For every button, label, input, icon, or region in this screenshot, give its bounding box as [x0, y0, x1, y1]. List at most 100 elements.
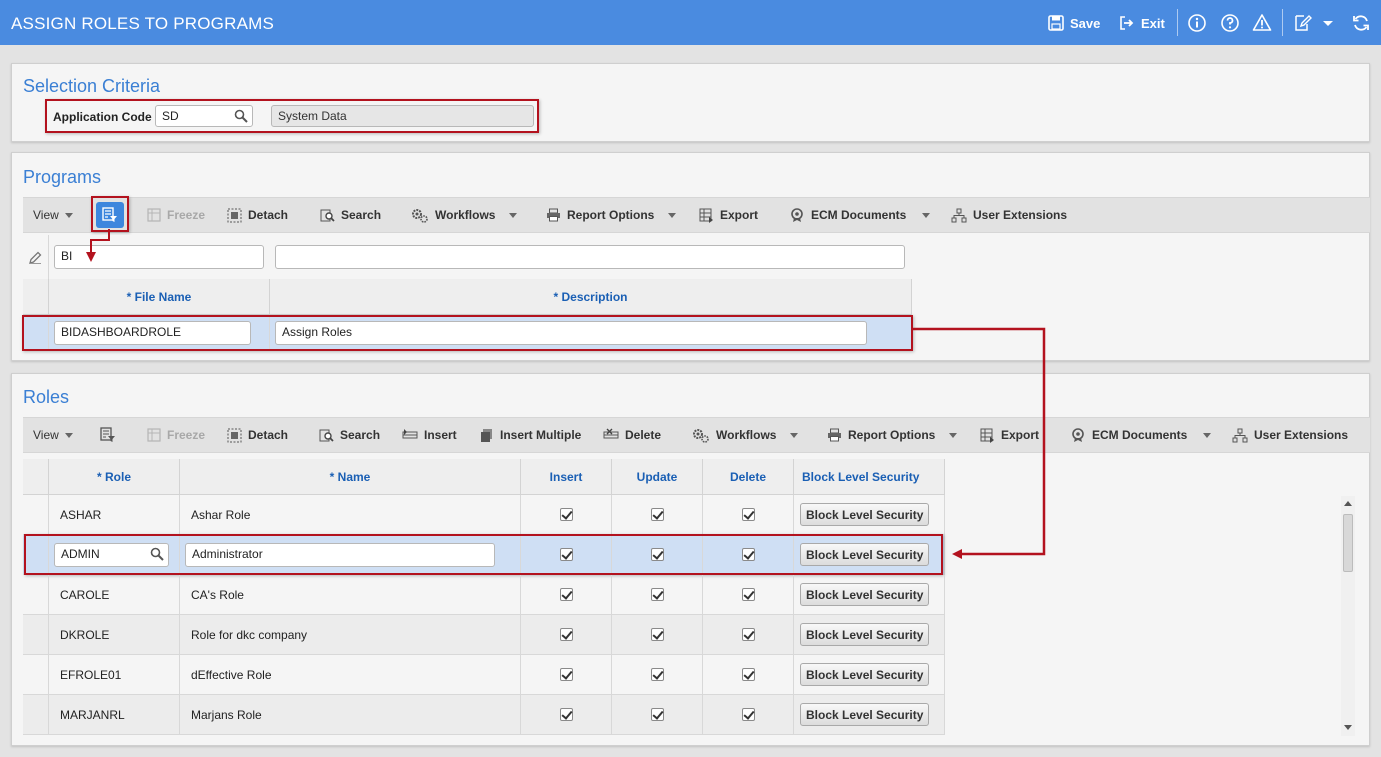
role-cell[interactable]: MARJANRL: [49, 695, 180, 735]
user-extensions-button[interactable]: User Extensions: [1232, 418, 1348, 452]
ecm-documents-menu[interactable]: ECM Documents: [790, 198, 931, 232]
name-cell[interactable]: Role for dkc company: [180, 615, 521, 655]
ecm-documents-menu[interactable]: ECM Documents: [1071, 418, 1212, 452]
insert-multiple-button[interactable]: Insert Multiple: [480, 418, 581, 452]
delete-cell[interactable]: [703, 655, 794, 695]
insert-checkbox[interactable]: [559, 588, 573, 601]
help-icon[interactable]: [1220, 13, 1240, 33]
gears-icon: [412, 208, 428, 223]
filter-toggle-button[interactable]: [100, 418, 116, 452]
insert-cell[interactable]: [521, 615, 612, 655]
delete-checkbox[interactable]: [741, 588, 755, 601]
delete-cell[interactable]: [703, 575, 794, 615]
delete-checkbox[interactable]: [741, 708, 755, 721]
delete-column-header[interactable]: Delete: [703, 459, 794, 495]
search-button[interactable]: Search: [319, 418, 380, 452]
file-name-filter-input[interactable]: BI: [54, 245, 264, 269]
view-menu[interactable]: View: [33, 198, 73, 232]
update-cell[interactable]: [612, 495, 703, 535]
workflows-menu[interactable]: Workflows: [692, 418, 799, 452]
delete-cell[interactable]: [703, 495, 794, 535]
insert-cell[interactable]: [521, 695, 612, 735]
delete-cell[interactable]: [703, 695, 794, 735]
role-cell[interactable]: ASHAR: [49, 495, 180, 535]
exit-button[interactable]: Exit: [1119, 13, 1165, 33]
update-cell[interactable]: [612, 695, 703, 735]
update-cell[interactable]: [612, 655, 703, 695]
block-level-security-button[interactable]: Block Level Security: [800, 623, 930, 646]
roles-title: Roles: [23, 387, 70, 407]
export-button[interactable]: Export: [699, 198, 758, 232]
update-cell[interactable]: [612, 615, 703, 655]
update-checkbox[interactable]: [650, 708, 664, 721]
info-icon[interactable]: [1187, 13, 1207, 33]
delete-checkbox[interactable]: [741, 628, 755, 641]
user-extensions-button[interactable]: User Extensions: [951, 198, 1067, 232]
detach-button[interactable]: Detach: [227, 198, 288, 232]
freeze-button[interactable]: Freeze: [147, 418, 205, 452]
name-cell[interactable]: dEffective Role: [180, 655, 521, 695]
ecm-documents-label: ECM Documents: [1092, 428, 1188, 442]
block-level-security-column-header[interactable]: Block Level Security: [794, 459, 945, 495]
role-cell[interactable]: CAROLE: [49, 575, 180, 615]
scrollbar-thumb[interactable]: [1343, 514, 1353, 572]
name-cell[interactable]: Marjans Role: [180, 695, 521, 735]
roles-scrollbar[interactable]: [1341, 496, 1355, 736]
export-button[interactable]: Export: [980, 418, 1039, 452]
insert-checkbox[interactable]: [559, 708, 573, 721]
search-button[interactable]: Search: [320, 198, 381, 232]
save-button[interactable]: Save: [1048, 13, 1100, 33]
insert-column-header[interactable]: Insert: [521, 459, 612, 495]
refresh-icon[interactable]: [1351, 13, 1371, 33]
chevron-down-icon[interactable]: [1321, 13, 1335, 33]
scroll-down-icon[interactable]: [1344, 725, 1352, 730]
update-checkbox[interactable]: [650, 668, 664, 681]
printer-icon: [547, 208, 560, 222]
report-options-menu[interactable]: Report Options: [827, 418, 958, 452]
delete-checkbox[interactable]: [741, 508, 755, 521]
insert-cell[interactable]: [521, 575, 612, 615]
warning-icon[interactable]: [1252, 13, 1272, 33]
insert-checkbox[interactable]: [559, 628, 573, 641]
block-level-security-button[interactable]: Block Level Security: [800, 663, 930, 686]
update-checkbox[interactable]: [650, 508, 664, 521]
block-level-security-button[interactable]: Block Level Security: [800, 583, 930, 606]
workflows-menu[interactable]: Workflows: [411, 198, 518, 232]
row-selector[interactable]: [23, 575, 49, 615]
freeze-button[interactable]: Freeze: [147, 198, 205, 232]
delete-cell[interactable]: [703, 615, 794, 655]
role-cell[interactable]: EFROLE01: [49, 655, 180, 695]
description-column-header[interactable]: * Description: [270, 279, 912, 315]
block-level-security-button[interactable]: Block Level Security: [800, 503, 930, 526]
view-menu[interactable]: View: [33, 418, 73, 452]
detach-button[interactable]: Detach: [227, 418, 288, 452]
update-checkbox[interactable]: [650, 628, 664, 641]
insert-cell[interactable]: [521, 655, 612, 695]
row-selector[interactable]: [23, 615, 49, 655]
edit-notes-icon[interactable]: [1293, 13, 1313, 33]
block-level-security-button[interactable]: Block Level Security: [800, 703, 930, 726]
bls-cell: Block Level Security: [794, 655, 945, 695]
scroll-up-icon[interactable]: [1344, 501, 1352, 506]
row-selector[interactable]: [23, 695, 49, 735]
insert-checkbox[interactable]: [559, 668, 573, 681]
row-selector[interactable]: [23, 655, 49, 695]
name-cell[interactable]: CA's Role: [180, 575, 521, 615]
delete-checkbox[interactable]: [741, 668, 755, 681]
role-cell[interactable]: DKROLE: [49, 615, 180, 655]
role-column-header[interactable]: * Role: [49, 459, 180, 495]
file-name-filter-value: BI: [61, 249, 73, 263]
file-name-column-header[interactable]: * File Name: [49, 279, 270, 315]
row-selector[interactable]: [23, 495, 49, 535]
name-cell[interactable]: Ashar Role: [180, 495, 521, 535]
update-cell[interactable]: [612, 575, 703, 615]
name-column-header[interactable]: * Name: [180, 459, 521, 495]
insert-cell[interactable]: [521, 495, 612, 535]
description-filter-input[interactable]: [275, 245, 905, 269]
update-checkbox[interactable]: [650, 588, 664, 601]
report-options-menu[interactable]: Report Options: [546, 198, 677, 232]
delete-button[interactable]: Delete: [603, 418, 661, 452]
update-column-header[interactable]: Update: [612, 459, 703, 495]
insert-checkbox[interactable]: [559, 508, 573, 521]
insert-button[interactable]: Insert: [402, 418, 457, 452]
